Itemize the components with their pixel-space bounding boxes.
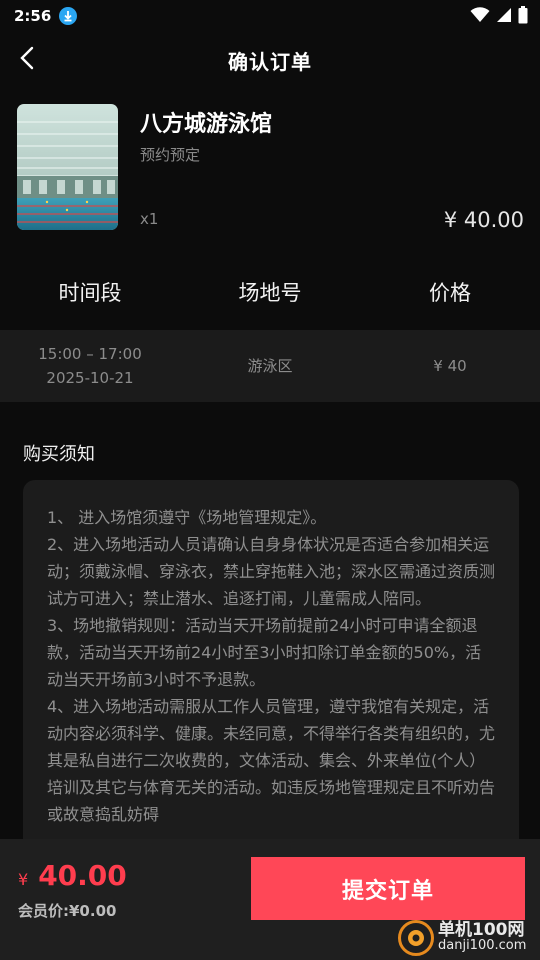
member-price: 会员价:¥0.00 bbox=[18, 902, 117, 920]
header-time-slot: 时间段 bbox=[58, 281, 122, 305]
venue-name: 八方城游泳馆 bbox=[140, 112, 273, 137]
booking-date: 2025-10-21 bbox=[46, 369, 134, 387]
header-venue-number: 场地号 bbox=[238, 281, 302, 305]
total-amount: 40.00 bbox=[38, 859, 127, 892]
product-price: ¥ 40.00 bbox=[443, 208, 524, 232]
battery-icon bbox=[518, 6, 528, 28]
booking-type: 预约预定 bbox=[140, 146, 201, 164]
product-summary: 八方城游泳馆 预约预定 x1 ¥ 40.00 bbox=[17, 104, 527, 234]
signal-icon bbox=[496, 7, 512, 27]
price-cell: ¥ 40 bbox=[433, 357, 467, 375]
venue-cell: 游泳区 bbox=[247, 357, 293, 375]
wifi-icon bbox=[470, 7, 490, 27]
watermark: 单机100网 danji100.com bbox=[398, 916, 538, 960]
booking-table-header: 时间段 场地号 价格 bbox=[0, 270, 540, 316]
notes-paragraph: 4、进入场地活动需服从工作人员管理，遵守我馆有关规定，活动内容必须科学、健康。未… bbox=[47, 697, 496, 824]
status-bar: 2:56 bbox=[0, 0, 540, 32]
download-icon bbox=[59, 7, 78, 25]
currency-symbol: ¥ bbox=[18, 870, 29, 889]
notes-paragraph: 2、进入场地活动人员请确认自身身体状况是否适合参加相关运动；须戴泳帽、穿泳衣，禁… bbox=[47, 535, 496, 608]
notes-paragraph: 1、 进入场馆须遵守《场地管理规定》。 bbox=[47, 508, 327, 527]
watermark-url: danji100.com bbox=[438, 938, 527, 953]
venue-thumbnail bbox=[17, 104, 118, 230]
table-row: 15:00 – 17:00 2025-10-21 游泳区 ¥ 40 bbox=[0, 330, 540, 402]
back-button[interactable] bbox=[12, 44, 44, 76]
status-time: 2:56 bbox=[14, 7, 52, 25]
nav-bar: 确认订单 bbox=[0, 40, 540, 80]
page-title: 确认订单 bbox=[228, 49, 312, 74]
notes-box[interactable]: 1、 进入场馆须遵守《场地管理规定》。 2、进入场地活动人员请确认自身身体状况是… bbox=[23, 480, 519, 880]
time-range: 15:00 – 17:00 bbox=[38, 345, 142, 363]
submit-order-button[interactable]: 提交订单 bbox=[251, 857, 525, 920]
header-price: 价格 bbox=[429, 281, 471, 305]
watermark-name: 单机100网 bbox=[438, 920, 525, 940]
watermark-logo-icon bbox=[398, 920, 434, 956]
time-slot-cell: 15:00 – 17:00 2025-10-21 bbox=[0, 342, 180, 390]
total-price: ¥ 40.00 bbox=[18, 859, 127, 892]
chevron-left-icon bbox=[18, 46, 38, 74]
notes-title: 购买须知 bbox=[23, 444, 95, 465]
quantity: x1 bbox=[140, 210, 159, 228]
notes-paragraph: 3、场地撤销规则：活动当天开场前提前24小时可申请全额退款，活动当天开场前24小… bbox=[47, 616, 482, 689]
